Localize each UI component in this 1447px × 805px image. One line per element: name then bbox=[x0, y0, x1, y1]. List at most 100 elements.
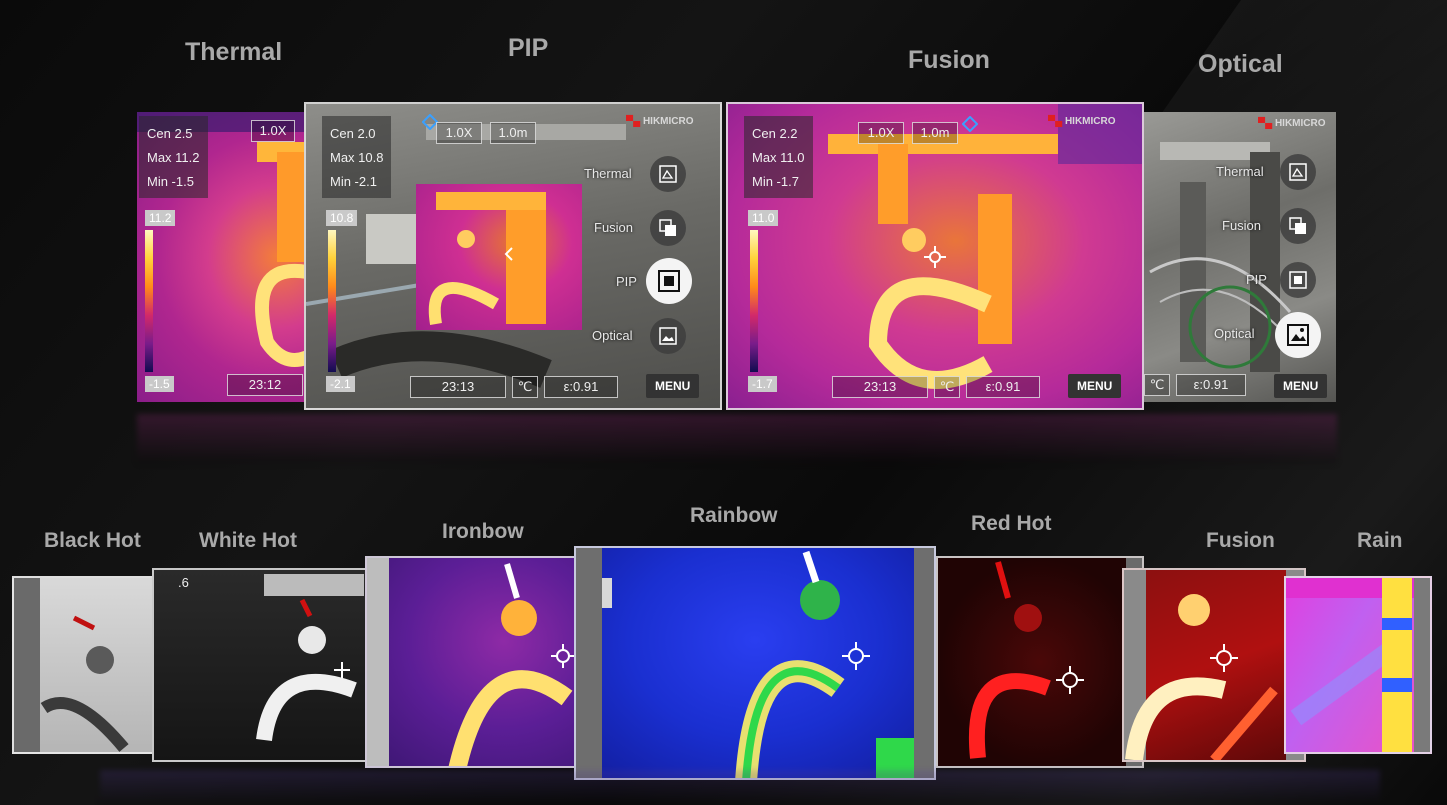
pip-max-value: Max 10.8 bbox=[330, 150, 384, 165]
pip-thermal-inset bbox=[416, 184, 582, 330]
pip-menu-button[interactable]: MENU bbox=[646, 374, 700, 398]
optical-logo: ▀▄ HIKMICRO bbox=[1258, 118, 1326, 129]
pip-mode-label-thermal: Thermal bbox=[584, 166, 632, 181]
rainbow-image bbox=[576, 548, 934, 778]
title-optical: Optical bbox=[1198, 50, 1283, 78]
white-hot-tag: .6 bbox=[178, 575, 189, 590]
thermal-zoom-box[interactable]: 1.0X bbox=[251, 120, 295, 142]
fusion-scale-min: -1.7 bbox=[748, 376, 777, 392]
pip-cen-value: Cen 2.0 bbox=[330, 126, 376, 141]
pip-mode-icon bbox=[1289, 271, 1307, 289]
thermal-cen-value: Cen 2.5 bbox=[147, 126, 193, 141]
optical-mode-label-optical: Optical bbox=[1214, 326, 1255, 341]
fusion-max-value: Max 11.0 bbox=[752, 150, 805, 165]
fusion-emissivity-box[interactable]: ε:0.91 bbox=[966, 376, 1040, 398]
pip-optical-mode-button[interactable] bbox=[650, 318, 686, 354]
fusion-min-value: Min -1.7 bbox=[752, 174, 799, 189]
pip-screen[interactable]: Cen 2.0 Max 10.8 Min -2.1 1.0X 1.0m ▀▄ H… bbox=[304, 102, 722, 410]
fusion-screen[interactable]: Cen 2.2 Max 11.0 Min -1.7 1.0X 1.0m ▀▄ H… bbox=[726, 102, 1144, 410]
optical-mode-label-pip: PIP bbox=[1246, 272, 1267, 287]
fusion-palette-image bbox=[1124, 570, 1304, 760]
thermal-time-box: 23:12 bbox=[227, 374, 303, 396]
optical-unit-box[interactable]: ℃ bbox=[1144, 374, 1170, 396]
fusion-zoom-box[interactable]: 1.0X bbox=[858, 122, 904, 144]
pip-mode-label-optical: Optical bbox=[592, 328, 633, 343]
title-fusion-palette: Fusion bbox=[1206, 529, 1275, 552]
optical-menu-button[interactable]: MENU bbox=[1274, 374, 1328, 398]
title-rainbow: Rainbow bbox=[690, 504, 778, 527]
pip-emissivity-box[interactable]: ε:0.91 bbox=[544, 376, 618, 398]
palette-white-hot[interactable]: .6 bbox=[152, 568, 372, 762]
palette-ironbow[interactable] bbox=[365, 556, 597, 768]
pip-pip-mode-button[interactable] bbox=[646, 258, 692, 304]
thermal-color-scale bbox=[145, 230, 153, 372]
thermal-scale-max: 11.2 bbox=[145, 210, 176, 226]
fusion-color-scale bbox=[750, 230, 758, 372]
title-thermal: Thermal bbox=[185, 38, 283, 66]
fusion-time-box: 23:13 bbox=[832, 376, 928, 398]
pip-distance-box[interactable]: 1.0m bbox=[490, 122, 536, 144]
palette-rain[interactable] bbox=[1284, 576, 1432, 754]
red-hot-image bbox=[968, 558, 1142, 766]
pip-color-scale bbox=[328, 230, 336, 372]
fusion-scale-max: 11.0 bbox=[748, 210, 779, 226]
pip-zoom-box[interactable]: 1.0X bbox=[436, 122, 482, 144]
thermal-min-value: Min -1.5 bbox=[147, 174, 194, 189]
pip-scale-min: -2.1 bbox=[326, 376, 355, 392]
pip-thermal-mode-button[interactable] bbox=[650, 156, 686, 192]
optical-screen[interactable]: ▀▄ HIKMICRO Thermal Fusion PIP Optical ℃… bbox=[1140, 112, 1336, 402]
location-marker-icon bbox=[962, 116, 978, 132]
title-rain: Rain bbox=[1357, 529, 1403, 552]
optical-thermal-mode-button[interactable] bbox=[1280, 154, 1316, 190]
thermal-stats-panel: Cen 2.5 Max 11.2 Min -1.5 bbox=[139, 116, 208, 198]
optical-mode-label-thermal: Thermal bbox=[1216, 164, 1264, 179]
fusion-menu-button[interactable]: MENU bbox=[1068, 374, 1122, 398]
pip-unit-box[interactable]: ℃ bbox=[512, 376, 538, 398]
pip-time-box: 23:13 bbox=[410, 376, 506, 398]
thermal-mode-icon bbox=[1289, 163, 1307, 181]
optical-fusion-mode-button[interactable] bbox=[1280, 208, 1316, 244]
bottom-reflection bbox=[100, 770, 1380, 805]
black-hot-image bbox=[14, 578, 129, 752]
optical-emissivity-box[interactable]: ε:0.91 bbox=[1176, 374, 1246, 396]
fusion-unit-box[interactable]: ℃ bbox=[934, 376, 960, 398]
thermal-scale-min: -1.5 bbox=[145, 376, 174, 392]
fusion-mode-icon bbox=[659, 219, 676, 236]
rain-image bbox=[1286, 578, 1430, 752]
title-white-hot: White Hot bbox=[199, 529, 297, 552]
pip-stats-panel: Cen 2.0 Max 10.8 Min -2.1 bbox=[322, 116, 392, 198]
crosshair-icon bbox=[924, 246, 946, 268]
pip-fusion-mode-button[interactable] bbox=[650, 210, 686, 246]
title-fusion: Fusion bbox=[908, 46, 990, 74]
palette-rainbow[interactable] bbox=[574, 546, 936, 780]
palette-black-hot[interactable] bbox=[12, 576, 160, 754]
title-pip: PIP bbox=[508, 34, 549, 62]
title-black-hot: Black Hot bbox=[44, 529, 141, 552]
ironbow-image bbox=[367, 558, 575, 766]
title-ironbow: Ironbow bbox=[442, 520, 524, 543]
thermal-mode-icon bbox=[659, 165, 677, 183]
pip-min-value: Min -2.1 bbox=[330, 174, 377, 189]
optical-mode-icon bbox=[1287, 324, 1309, 346]
pip-logo: ▀▄ HIKMICRO bbox=[626, 116, 694, 127]
pip-inset-pipe-image bbox=[428, 192, 546, 325]
optical-mode-label-fusion: Fusion bbox=[1222, 218, 1262, 233]
white-hot-image bbox=[256, 574, 364, 742]
pip-mode-icon bbox=[658, 270, 680, 292]
pip-mode-label-fusion: Fusion bbox=[594, 220, 634, 235]
fusion-stats-panel: Cen 2.2 Max 11.0 Min -1.7 bbox=[744, 116, 813, 198]
pip-mode-label-pip: PIP bbox=[616, 274, 637, 289]
top-reflection bbox=[137, 414, 1337, 464]
palette-fusion[interactable] bbox=[1122, 568, 1306, 762]
optical-mode-icon bbox=[659, 327, 677, 345]
thermal-max-value: Max 11.2 bbox=[147, 150, 200, 165]
optical-optical-mode-button[interactable] bbox=[1275, 312, 1321, 358]
fusion-cen-value: Cen 2.2 bbox=[752, 126, 798, 141]
fusion-logo: ▀▄ HIKMICRO bbox=[1048, 116, 1116, 127]
title-red-hot: Red Hot bbox=[971, 512, 1052, 535]
optical-pip-mode-button[interactable] bbox=[1280, 262, 1316, 298]
fusion-mode-icon bbox=[1289, 217, 1306, 234]
pip-scale-max: 10.8 bbox=[326, 210, 358, 226]
palette-red-hot[interactable] bbox=[936, 556, 1144, 768]
fusion-distance-box[interactable]: 1.0m bbox=[912, 122, 958, 144]
